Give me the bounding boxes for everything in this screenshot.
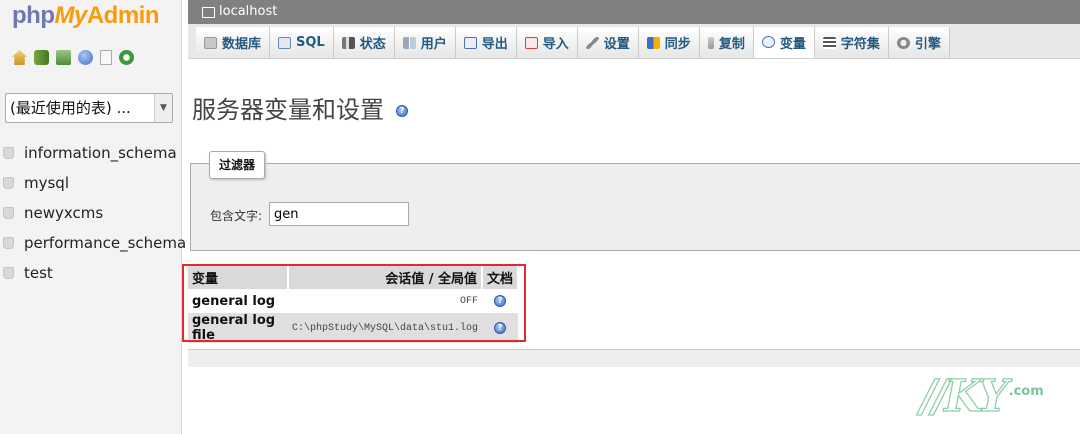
nav-icon-bar xyxy=(12,50,134,65)
tab-variables[interactable]: 变量 xyxy=(753,27,815,58)
tab-sql[interactable]: SQL xyxy=(270,27,334,58)
logo-admin: Admin xyxy=(86,2,160,29)
server-name-link[interactable]: localhost xyxy=(219,0,277,24)
server-icon xyxy=(202,6,215,18)
filter-text-input[interactable] xyxy=(269,202,409,226)
database-icon[interactable] xyxy=(34,50,49,65)
sql-icon xyxy=(278,36,292,49)
database-icon xyxy=(3,147,14,159)
database-item-performance-schema[interactable]: performance_schema xyxy=(0,228,186,258)
home-icon[interactable] xyxy=(12,50,27,65)
users-icon xyxy=(402,36,416,49)
tab-label: 同步 xyxy=(664,37,691,52)
tab-status[interactable]: 状态 xyxy=(333,27,395,58)
engine-icon xyxy=(896,36,910,49)
settings-icon xyxy=(585,36,599,49)
page-title-text: 服务器变量和设置 xyxy=(192,96,384,124)
tab-label: 状态 xyxy=(359,37,386,52)
filter-label: 包含文字: xyxy=(210,209,263,223)
database-label: performance_schema xyxy=(24,234,187,252)
tab-charsets[interactable]: 字符集 xyxy=(814,27,889,58)
database-tree: information_schema mysql newyxcms perfor… xyxy=(0,138,186,288)
database-icon xyxy=(3,207,14,219)
tab-databases[interactable]: 数据库 xyxy=(196,27,271,58)
tab-label: 导入 xyxy=(542,37,569,52)
database-item-test[interactable]: test xyxy=(0,258,186,288)
database-item-mysql[interactable]: mysql xyxy=(0,168,186,198)
navigation-panel: phpMyAdmin (最近使用的表) ... ▼ information_sc… xyxy=(0,0,186,434)
import-icon xyxy=(524,36,538,49)
watermark-suffix: .com xyxy=(1008,384,1044,399)
synchronize-icon xyxy=(646,36,660,49)
variables-icon xyxy=(761,36,775,48)
tab-import[interactable]: 导入 xyxy=(516,27,578,58)
database-icon xyxy=(3,237,14,249)
status-icon xyxy=(341,36,355,49)
server-breadcrumb: localhost xyxy=(188,0,1080,24)
charset-icon xyxy=(822,36,836,49)
database-label: information_schema xyxy=(24,144,177,162)
database-icon xyxy=(3,267,14,279)
tab-users[interactable]: 用户 xyxy=(394,27,456,58)
database-label: newyxcms xyxy=(24,204,104,222)
tab-label: 复制 xyxy=(718,37,745,52)
tab-label: 用户 xyxy=(420,37,447,52)
databases-icon xyxy=(204,36,217,49)
bottom-fieldset xyxy=(188,349,1080,367)
database-item-newyxcms[interactable]: newyxcms xyxy=(0,198,186,228)
help-icon[interactable] xyxy=(78,50,93,65)
database-item-information-schema[interactable]: information_schema xyxy=(0,138,186,168)
filter-legend: 过滤器 xyxy=(209,151,266,179)
site-watermark: //KY .com xyxy=(919,371,1044,422)
exit-icon[interactable] xyxy=(56,50,71,65)
tab-label: SQL xyxy=(296,35,325,50)
tab-settings[interactable]: 设置 xyxy=(577,27,639,58)
help-icon[interactable]: ? xyxy=(396,105,408,117)
database-icon xyxy=(3,177,14,189)
page-title: 服务器变量和设置? xyxy=(192,90,408,125)
tab-label: 设置 xyxy=(603,37,630,52)
top-menu-tabs: 数据库 SQL 状态 用户 导出 导入 设置 同步 复制 变量 字符集 引擎 xyxy=(188,24,1080,59)
tab-label: 变量 xyxy=(779,36,806,52)
logo-php: php xyxy=(12,2,55,29)
tab-label: 字符集 xyxy=(840,37,880,52)
tab-export[interactable]: 导出 xyxy=(455,27,517,58)
tab-label: 数据库 xyxy=(222,37,262,52)
tab-label: 引擎 xyxy=(914,37,941,52)
documents-icon[interactable] xyxy=(100,50,112,65)
tab-replication[interactable]: 复制 xyxy=(699,27,754,58)
recent-tables-select[interactable]: (最近使用的表) ... ▼ xyxy=(5,93,173,123)
tab-engines[interactable]: 引擎 xyxy=(888,27,950,58)
database-label: test xyxy=(24,264,53,282)
reload-icon[interactable] xyxy=(119,50,134,65)
replication-icon xyxy=(707,36,714,49)
recent-tables-selected: (最近使用的表) ... xyxy=(10,99,131,117)
watermark-logo: //KY xyxy=(919,371,1009,422)
export-icon xyxy=(463,36,477,49)
phpmyadmin-logo[interactable]: phpMyAdmin xyxy=(12,2,160,30)
tab-synchronize[interactable]: 同步 xyxy=(638,27,700,58)
annotation-highlight-box xyxy=(182,264,526,342)
logo-my: My xyxy=(54,2,87,29)
chevron-down-icon: ▼ xyxy=(154,94,172,122)
database-label: mysql xyxy=(24,174,69,192)
tab-label: 导出 xyxy=(481,37,508,52)
